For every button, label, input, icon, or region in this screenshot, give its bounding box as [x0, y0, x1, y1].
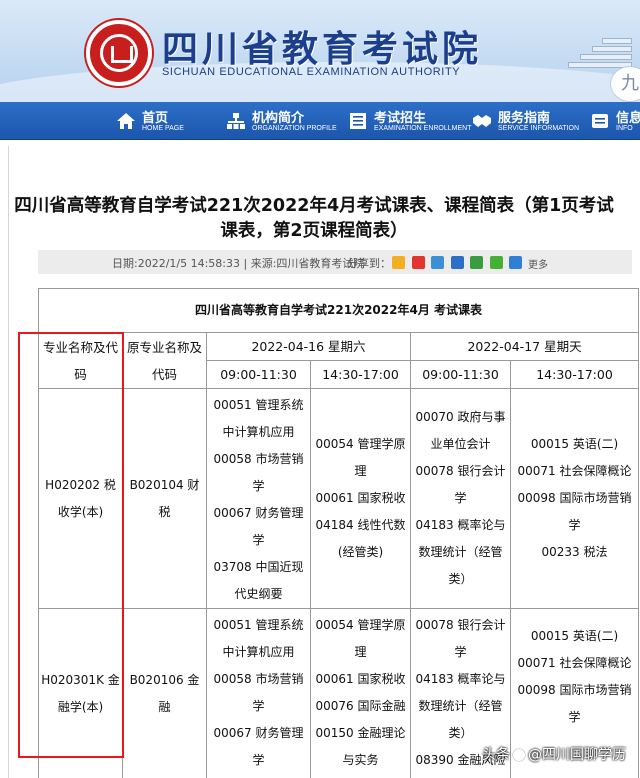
banner-decoration: 九	[560, 8, 640, 102]
col-header-day2-am: 09:00-11:30	[410, 360, 511, 389]
subject-item: 00071 社会保障概论	[517, 464, 632, 478]
nav-exam-enrollment-en: EXAMINATION ENROLLMENT	[374, 125, 472, 132]
subject-item: 00078 银行会计学	[415, 464, 506, 505]
subject-item: 00233 税法	[541, 545, 608, 559]
nav-exam-enrollment-label: 考试招生	[374, 111, 427, 126]
subject-item: 04183 概率论与数理统计（经管类）	[415, 672, 506, 740]
subject-item: 00098 国际市场营销学	[517, 683, 632, 724]
nav-organization-label: 机构简介	[252, 111, 305, 126]
share-renren-icon[interactable]	[450, 256, 464, 269]
subjects-day2-am: 00070 政府与事业单位会计 00078 银行会计学 04183 概率论与数理…	[410, 388, 511, 609]
subjects-day2-pm: 00015 英语(二) 00071 社会保障概论 00098 国际市场营销学 0…	[509, 388, 640, 609]
subject-item: 00078 银行会计学	[415, 618, 506, 659]
subject-item: 00058 市场营销学	[213, 672, 304, 713]
subject-item: 00150 金融理论与实务	[315, 726, 406, 767]
share-label: 分享到：	[347, 257, 391, 270]
subject-item: 00067 财务管理学	[213, 506, 304, 547]
col-header-day1: 2022-04-16 星期六	[206, 332, 411, 361]
site-subtitle: SICHUAN EDUCATIONAL EXAMINATION AUTHORIT…	[162, 66, 461, 78]
watermark-left: 头条	[482, 747, 510, 763]
subject-item: 00067 财务管理学	[213, 726, 304, 767]
subject-item: 00054 管理学原理	[315, 437, 406, 478]
article-title: 四川省高等教育自学考试221次2022年4月考试课表、课程简表（第1页考试课表，…	[14, 196, 614, 241]
article-date-source: 日期:2022/1/5 14:58:33 | 来源:四川省教育考试院	[112, 257, 365, 270]
handshake-icon	[473, 115, 491, 127]
home-icon	[117, 113, 135, 129]
nav-info-en: INFO	[616, 125, 633, 132]
subject-item: 03708 中国近现代史纲要	[213, 560, 304, 601]
nav-home-en: HOME PAGE	[142, 125, 184, 132]
subjects-day1-am: 00051 管理系统中计算机应用 00058 市场营销学 00067 财务管理学	[206, 608, 311, 778]
subject-item: 00054 管理学原理	[315, 618, 406, 659]
site-logo-seal[interactable]	[86, 20, 152, 86]
subjects-day1-pm: 00054 管理学原理 00061 国家税收 00076 国际金融 00150 …	[310, 608, 411, 778]
subject-item: 00071 社会保障概论	[517, 656, 632, 670]
col-header-orig-major: 原专业名称及代码	[122, 332, 207, 389]
subject-item: 00015 英语(二)	[530, 437, 619, 451]
subject-item: 00051 管理系统中计算机应用	[213, 618, 304, 659]
watermark-right: @四川国聊学历	[528, 747, 626, 763]
share-more-link[interactable]: 更多	[528, 256, 548, 271]
document-list-icon	[350, 113, 366, 129]
major-cell: H020301K 金融学(本)	[38, 608, 123, 778]
site-banner: 四川省教育考试院 SICHUAN EDUCATIONAL EXAMINATION…	[0, 0, 640, 102]
subject-item: 04183 概率论与数理统计（经管类）	[415, 518, 506, 586]
table-row: H020202 税收学(本) B020104 财税 00051 管理系统中计算机…	[38, 388, 640, 609]
share-tencent-icon[interactable]	[431, 256, 444, 269]
orig-major-cell: B020104 财税	[122, 388, 207, 609]
subject-item: 00051 管理系统中计算机应用	[213, 398, 304, 439]
nav-service-guide-label: 服务指南	[498, 111, 551, 126]
share-douban-icon[interactable]	[470, 256, 483, 269]
watermark: 头条 @四川国聊学历	[482, 744, 626, 764]
col-header-day2-pm: 14:30-17:00	[509, 360, 640, 389]
subject-item: 00015 英语(二)	[530, 629, 619, 643]
subjects-day1-am: 00051 管理系统中计算机应用 00058 市场营销学 00067 财务管理学…	[206, 388, 311, 609]
subject-item: 00061 国家税收	[315, 672, 406, 686]
org-chart-icon	[227, 113, 245, 129]
nav-info-label: 信息	[616, 111, 640, 126]
col-header-major: 专业名称及代码	[38, 332, 123, 389]
subjects-day1-pm: 00054 管理学原理 00061 国家税收 04184 线性代数(经管类)	[310, 388, 411, 609]
exam-timetable: 四川省高等教育自学考试221次2022年4月 考试课表 专业名称及代码 原专业名…	[37, 288, 640, 778]
timetable-caption: 四川省高等教育自学考试221次2022年4月 考试课表	[37, 288, 640, 333]
share-wechat-icon[interactable]	[489, 256, 503, 269]
subject-item: 00076 国际金融	[315, 699, 406, 713]
subject-item: 00058 市场营销学	[213, 452, 304, 493]
info-icon	[592, 114, 608, 128]
nav-home-label: 首页	[142, 111, 169, 126]
subject-item: 00070 政府与事业单位会计	[415, 410, 506, 451]
subject-item: 04184 线性代数(经管类)	[315, 518, 406, 559]
main-nav: 首页 HOME PAGE 机构简介 ORGANIZATION PROFILE 考…	[0, 102, 640, 140]
col-header-day1-pm: 14:30-17:00	[310, 360, 411, 389]
subject-item: 00061 国家税收	[315, 491, 406, 505]
orig-major-cell: B020106 金融	[122, 608, 207, 778]
share-weibo-icon[interactable]	[411, 256, 425, 269]
major-cell: H020202 税收学(本)	[38, 388, 123, 609]
col-header-day1-am: 09:00-11:30	[206, 360, 311, 389]
article-meta-bar: 日期:2022/1/5 14:58:33 | 来源:四川省教育考试院 分享到： …	[38, 250, 632, 274]
site-title: 四川省教育考试院	[162, 28, 483, 70]
share-qzone-icon[interactable]	[392, 256, 405, 269]
nav-organization-en: ORGANIZATION PROFILE	[252, 125, 337, 132]
subject-item: 00098 国际市场营销学	[517, 491, 632, 532]
toutiao-logo-icon	[513, 749, 525, 761]
share-more-icon[interactable]	[509, 256, 522, 269]
nav-service-guide-en: SERVICE INFORMATION	[498, 125, 580, 132]
share-icons	[392, 256, 525, 269]
col-header-day2: 2022-04-17 星期天	[409, 332, 640, 361]
